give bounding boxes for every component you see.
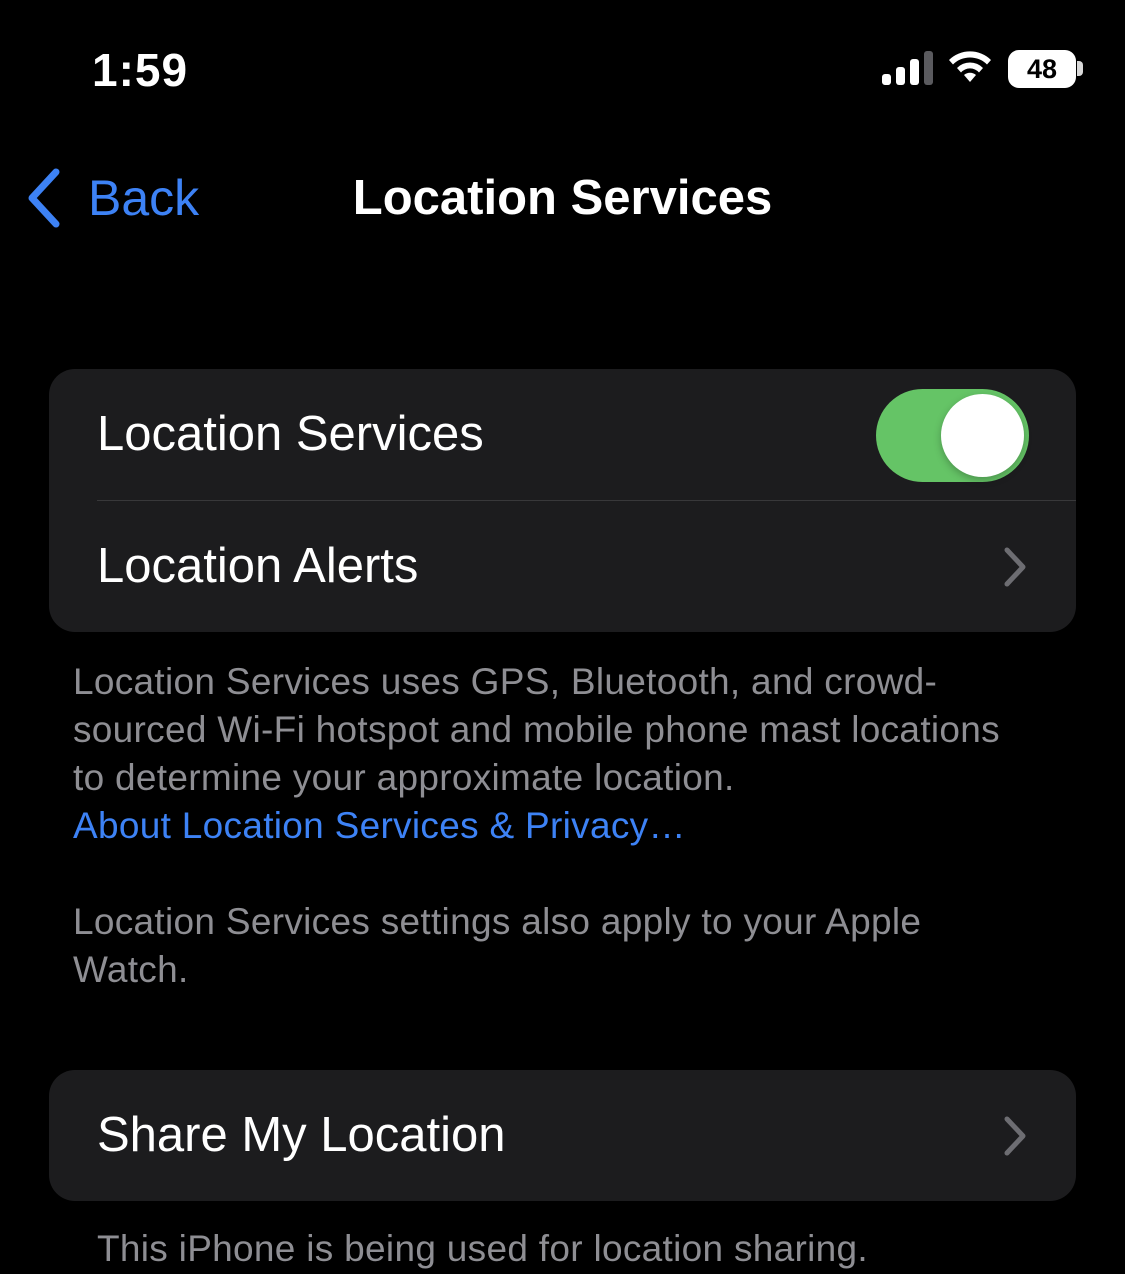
location-sharing-note: This iPhone is being used for location s… <box>97 1228 868 1269</box>
location-services-row: Location Services <box>49 369 1076 500</box>
wifi-icon <box>949 51 991 82</box>
location-services-toggle[interactable] <box>876 389 1029 482</box>
location-alerts-row[interactable]: Location Alerts <box>49 501 1076 632</box>
location-services-description: Location Services uses GPS, Bluetooth, a… <box>73 658 1033 850</box>
share-my-location-label: Share My Location <box>97 1108 506 1162</box>
description-text: Location Services uses GPS, Bluetooth, a… <box>73 661 1000 798</box>
share-location-group: Share My Location <box>49 1070 1076 1201</box>
location-alerts-label: Location Alerts <box>97 539 419 593</box>
chevron-right-icon <box>1004 547 1026 587</box>
chevron-left-icon <box>28 168 60 228</box>
status-bar: 1:59 48 <box>0 0 1125 140</box>
back-label: Back <box>88 170 200 226</box>
back-button[interactable]: Back <box>22 166 199 230</box>
toggle-knob <box>941 394 1024 477</box>
share-my-location-row[interactable]: Share My Location <box>49 1070 1076 1201</box>
chevron-right-icon <box>1004 1116 1026 1156</box>
location-settings-group: Location Services Location Alerts <box>49 369 1076 632</box>
battery-indicator: 48 <box>1008 50 1076 88</box>
cellular-signal-icon <box>882 51 933 85</box>
battery-cap <box>1077 61 1083 76</box>
location-services-label: Location Services <box>97 407 484 461</box>
about-privacy-link[interactable]: About Location Services & Privacy… <box>73 805 686 846</box>
status-time: 1:59 <box>92 44 189 96</box>
apple-watch-note: Location Services settings also apply to… <box>73 901 922 990</box>
